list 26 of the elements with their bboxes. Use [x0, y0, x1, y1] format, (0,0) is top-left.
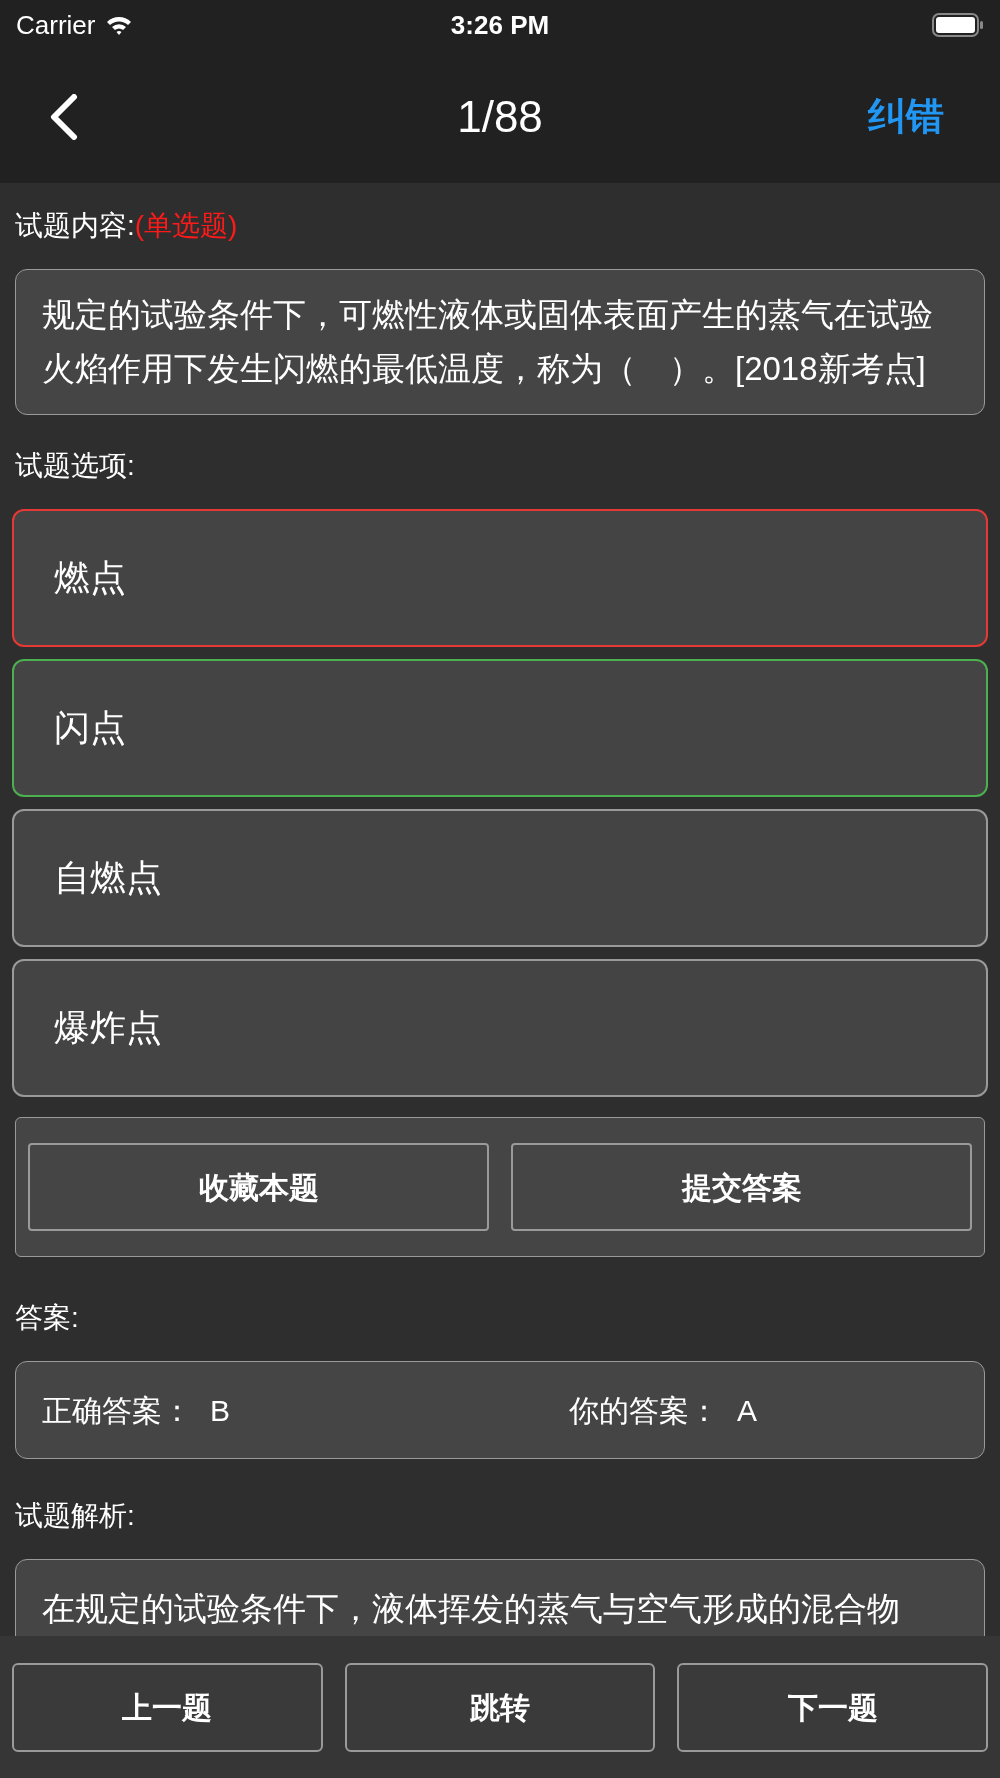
analysis-card: 在规定的试验条件下，液体挥发的蒸气与空气形成的混合物 — [15, 1559, 985, 1636]
nav-button[interactable]: 跳转 — [344, 1663, 656, 1752]
carrier-label: Carrier — [16, 8, 96, 42]
correct-answer-label: 正确答案： — [42, 1392, 192, 1429]
time-label: 3:26 PM — [450, 8, 550, 42]
option-button[interactable]: 燃点 — [12, 509, 988, 647]
wifi-icon — [105, 14, 134, 36]
option-button[interactable]: 爆炸点 — [12, 959, 988, 1097]
nav-button[interactable]: 下一题 — [677, 1663, 988, 1752]
answer-label: 答案: — [15, 1301, 80, 1335]
question-card: 规定的试验条件下，可燃性液体或固体表面产生的蒸气在试验火焰作用下发生闪燃的最低温度，称为（ ）。[2018新考点] — [15, 269, 985, 415]
correct-answer-value: B — [210, 1392, 230, 1429]
action-button[interactable]: 收藏本题 — [28, 1143, 489, 1231]
nav-button[interactable]: 上一题 — [12, 1663, 323, 1752]
option-button[interactable]: 闪点 — [12, 659, 988, 797]
option-button[interactable]: 自燃点 — [12, 809, 988, 947]
back-icon[interactable] — [48, 93, 78, 140]
question-label: 试题内容:(单选题) — [15, 209, 239, 243]
page-title: 1/88 — [457, 90, 543, 143]
action-button[interactable]: 提交答案 — [511, 1143, 972, 1231]
report-error-button[interactable]: 纠错 — [868, 88, 944, 145]
options-label: 试题选项: — [15, 449, 136, 483]
battery-icon — [932, 13, 984, 37]
analysis-label: 试题解析: — [15, 1499, 136, 1533]
your-answer-value: A — [737, 1392, 757, 1429]
your-answer-label: 你的答案： — [569, 1392, 719, 1429]
